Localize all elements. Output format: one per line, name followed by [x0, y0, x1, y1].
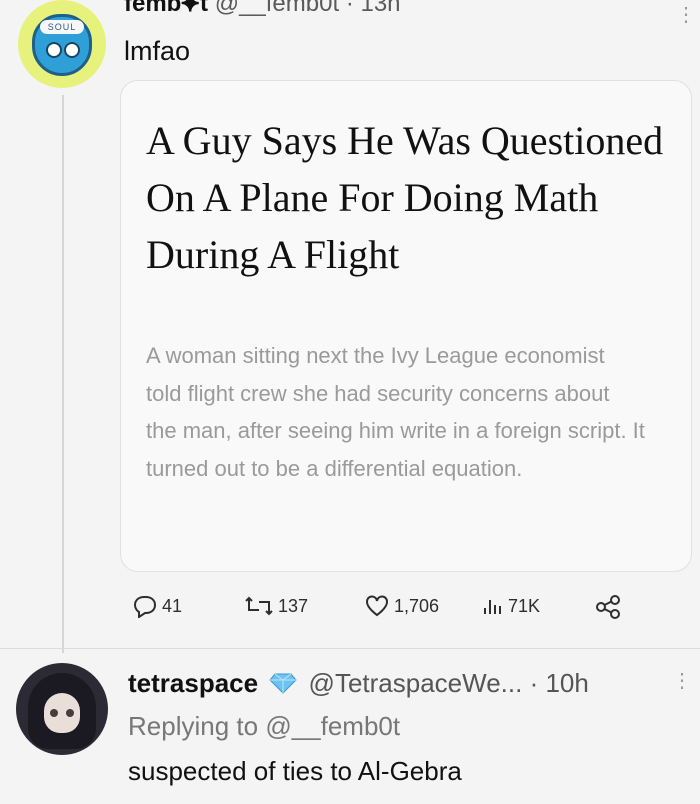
retweet-button[interactable]: 137	[244, 594, 308, 618]
reply-button[interactable]: 41	[132, 594, 182, 618]
views-count: 71K	[508, 595, 541, 616]
replying-handle[interactable]: @__femb0t	[265, 711, 400, 741]
avatar-eye-right	[64, 42, 80, 58]
card-headline[interactable]: A Guy Says He Was Questioned On A Plane …	[146, 112, 666, 283]
timestamp[interactable]: · 10h	[530, 668, 589, 698]
avatar-eye-left	[46, 42, 62, 58]
more-options-icon[interactable]: ⋮	[672, 668, 692, 693]
verified-icon	[269, 670, 297, 701]
tweet-text: lmfao	[124, 36, 191, 66]
handle[interactable]: @TetraspaceWe...	[309, 668, 523, 698]
reply-header: tetraspace @TetraspaceWe... · 10h	[128, 668, 589, 701]
reply-icon	[133, 596, 157, 618]
more-options-icon[interactable]: ⋮	[676, 2, 696, 27]
display-name[interactable]: tetraspace	[128, 668, 258, 698]
views-button[interactable]: 71K	[480, 594, 540, 618]
avatar[interactable]	[16, 663, 108, 755]
reply-count: 41	[162, 595, 183, 616]
avatar[interactable]: SOUL	[18, 0, 106, 88]
replying-to: Replying to @__femb0t	[128, 711, 400, 742]
views-icon	[484, 600, 501, 614]
like-button[interactable]: 1,706	[364, 594, 439, 618]
replying-label: Replying to	[128, 711, 259, 741]
card-description: A woman sitting next the Ivy League econ…	[146, 343, 645, 481]
share-icon	[596, 595, 620, 619]
display-name[interactable]: femb⯌t	[124, 0, 208, 17]
reply-text: suspected of ties to Al-Gebra	[128, 756, 462, 786]
avatar-eye-right	[66, 709, 74, 717]
thread-line	[62, 95, 64, 653]
handle[interactable]: @__femb0t	[215, 0, 339, 17]
like-count: 1,706	[394, 595, 440, 616]
retweet-count: 137	[278, 595, 309, 616]
divider	[0, 648, 700, 649]
timestamp[interactable]: · 13h	[346, 0, 401, 17]
tweet-header: femb⯌t @__femb0t · 13h	[124, 0, 401, 18]
heart-icon	[366, 595, 388, 617]
share-button[interactable]	[594, 594, 622, 620]
retweet-icon	[245, 596, 273, 616]
avatar-eye-left	[50, 709, 58, 717]
avatar-label: SOUL	[40, 20, 84, 34]
